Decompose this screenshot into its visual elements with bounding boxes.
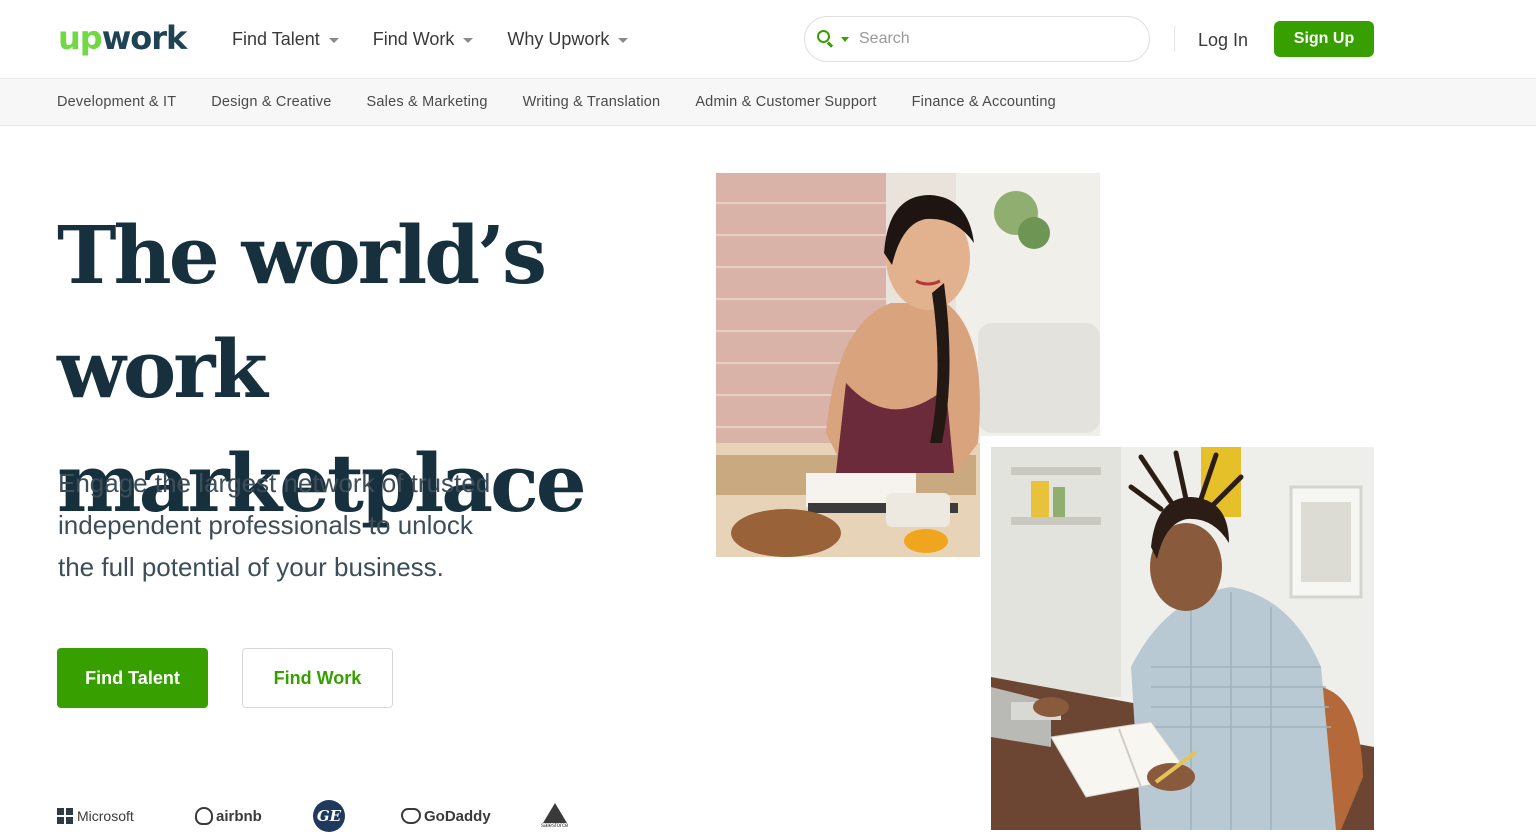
airbnb-logo: airbnb xyxy=(195,798,262,834)
category-list: Development & IT Design & Creative Sales… xyxy=(57,93,1091,111)
microsoft-icon xyxy=(57,808,73,824)
signup-button[interactable]: Sign Up xyxy=(1274,21,1374,57)
airbnb-wordmark: airbnb xyxy=(216,807,262,825)
hero-subtitle: Engage the largest network of trusted in… xyxy=(58,462,578,588)
nav-find-work-label: Find Work xyxy=(372,29,455,49)
search-type-dropdown-icon[interactable] xyxy=(841,36,849,42)
hero-photo-man-image xyxy=(991,447,1374,830)
godaddy-icon xyxy=(401,808,421,824)
category-finance-accounting[interactable]: Finance & Accounting xyxy=(912,93,1056,111)
hero-photo-man xyxy=(991,447,1374,830)
nav-find-talent-label: Find Talent xyxy=(232,29,320,49)
find-work-button[interactable]: Find Work xyxy=(242,648,393,708)
category-bar: Development & IT Design & Creative Sales… xyxy=(0,78,1536,126)
header-divider xyxy=(1174,26,1175,52)
upwork-logo[interactable]: upwork xyxy=(58,18,188,58)
login-link[interactable]: Log In xyxy=(1198,27,1248,53)
category-development-it[interactable]: Development & IT xyxy=(57,93,176,111)
chevron-down-icon xyxy=(328,37,339,43)
category-writing-translation[interactable]: Writing & Translation xyxy=(523,93,661,111)
category-sales-marketing[interactable]: Sales & Marketing xyxy=(367,93,488,111)
hero-subtitle-line-3: the full potential of your business. xyxy=(58,552,444,582)
salesforce-icon xyxy=(542,802,567,823)
salesforce-logo: salesforce xyxy=(541,798,568,834)
category-design-creative[interactable]: Design & Creative xyxy=(211,93,331,111)
godaddy-wordmark: GoDaddy xyxy=(424,807,491,825)
search-input[interactable] xyxy=(859,30,1129,48)
chevron-down-icon xyxy=(463,37,474,43)
nav-why-upwork-label: Why Upwork xyxy=(507,29,610,49)
search-bar xyxy=(804,16,1150,62)
microsoft-logo: Microsoft xyxy=(57,798,134,834)
airbnb-icon xyxy=(195,807,213,825)
chevron-down-icon xyxy=(618,37,629,43)
hero-title-line-1: The world’s work xyxy=(57,208,547,416)
search-icon[interactable] xyxy=(817,30,835,48)
ge-icon: GE xyxy=(313,800,345,832)
hero-subtitle-line-2: independent professionals to unlock xyxy=(58,510,473,540)
salesforce-wordmark: salesforce xyxy=(541,822,569,829)
top-navigation-bar: upwork Find Talent Find Work Why Upwork … xyxy=(0,0,1536,78)
hero-subtitle-line-1: Engage the largest network of trusted xyxy=(58,468,491,498)
logo-up: up xyxy=(58,19,103,57)
nav-why-upwork[interactable]: Why Upwork xyxy=(507,26,629,52)
nav-find-work[interactable]: Find Work xyxy=(373,26,474,52)
ge-logo: GE xyxy=(313,798,345,834)
logo-work: work xyxy=(101,19,188,57)
find-talent-button[interactable]: Find Talent xyxy=(57,648,208,708)
microsoft-wordmark: Microsoft xyxy=(77,808,134,824)
nav-find-talent[interactable]: Find Talent xyxy=(232,26,339,52)
main-nav: Find Talent Find Work Why Upwork xyxy=(232,26,662,52)
godaddy-logo: GoDaddy xyxy=(401,798,491,834)
category-admin-support[interactable]: Admin & Customer Support xyxy=(695,93,876,111)
